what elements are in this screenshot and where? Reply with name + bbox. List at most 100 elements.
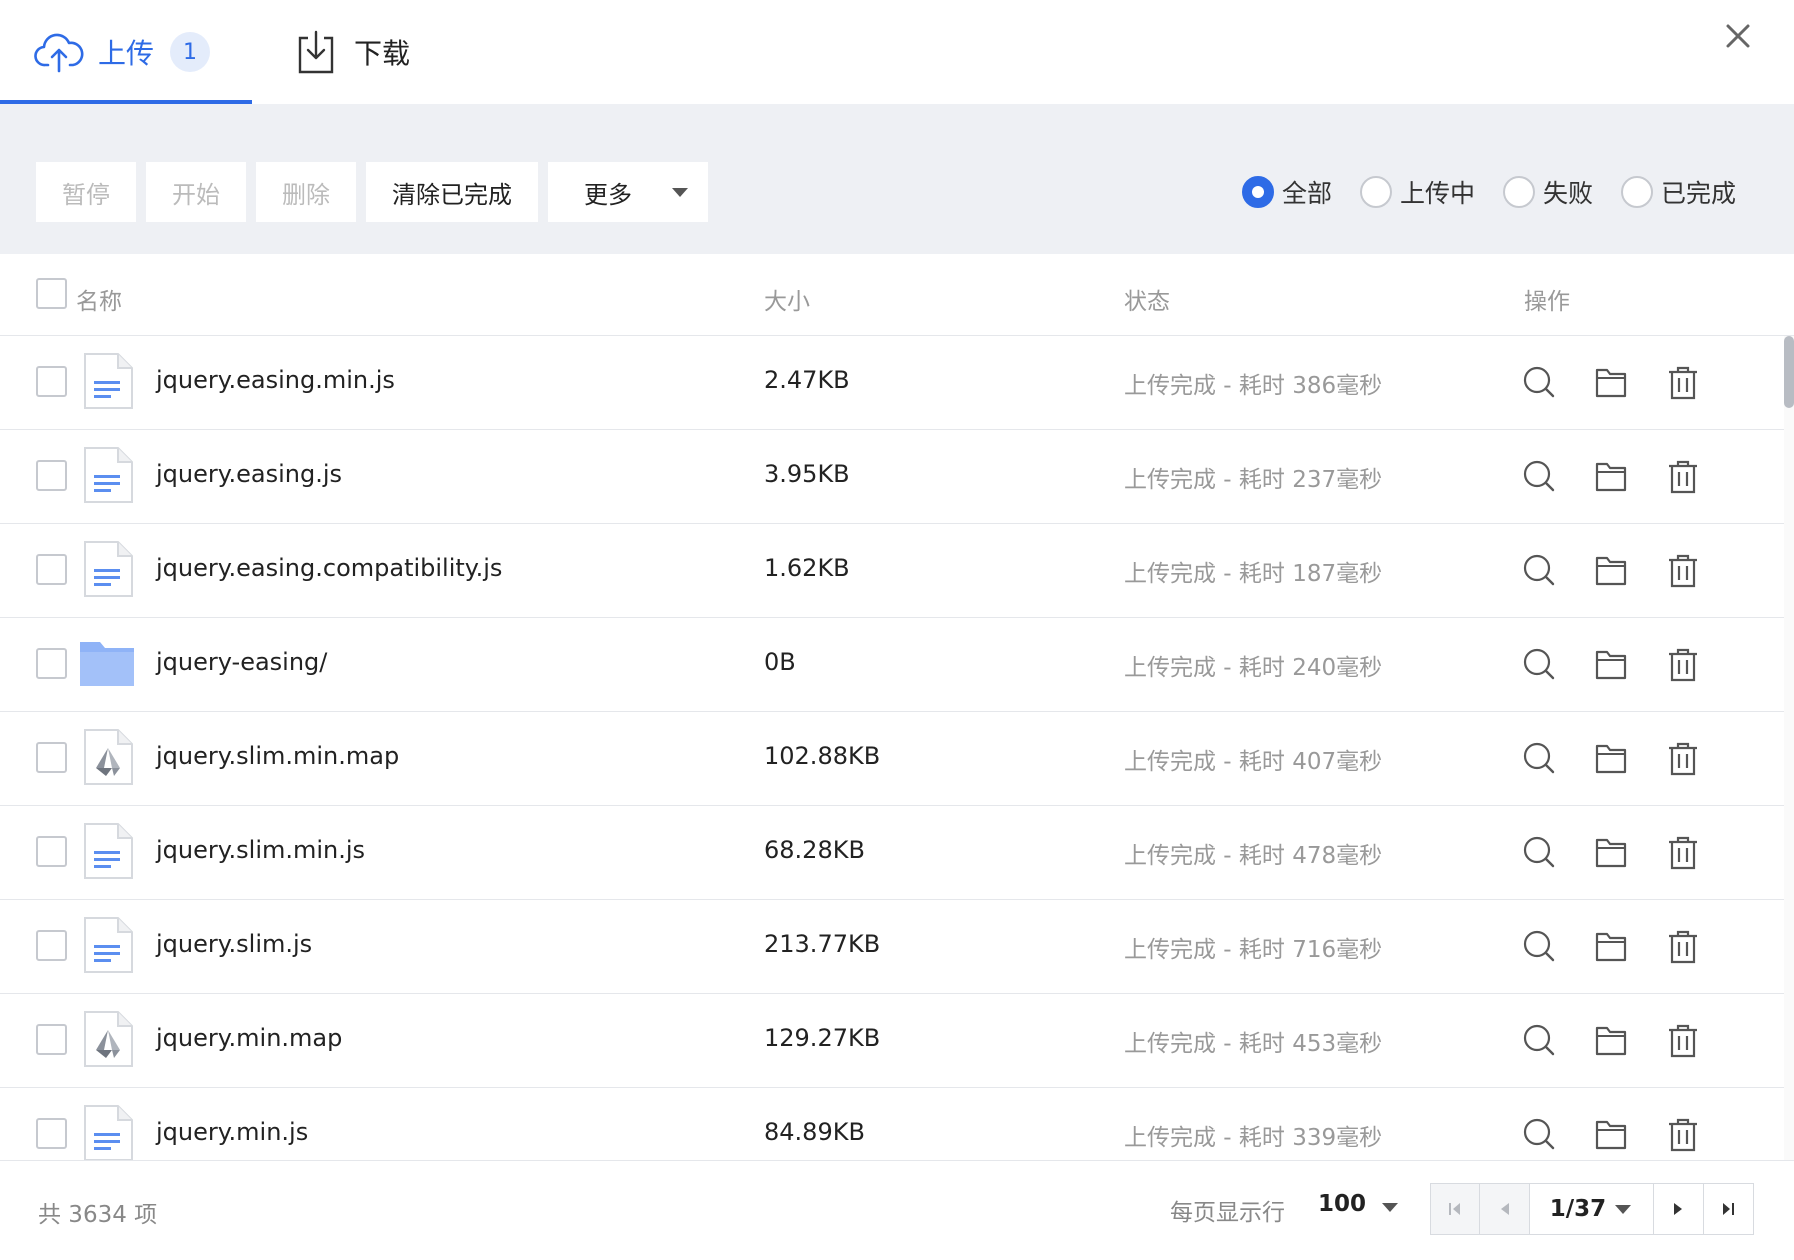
file-name: jquery.easing.js bbox=[156, 460, 343, 488]
filter-radio-label: 已完成 bbox=[1660, 179, 1736, 208]
start-button[interactable]: 开始 bbox=[146, 162, 246, 222]
chevron-down-icon bbox=[1615, 1205, 1632, 1214]
table-row[interactable]: jquery.slim.js 213.77KB 上传完成 - 耗时 716毫秒 bbox=[0, 900, 1784, 994]
file-status: 上传完成 - 耗时 187毫秒 bbox=[1124, 561, 1383, 587]
pause-button[interactable]: 暂停 bbox=[36, 162, 136, 222]
more-dropdown[interactable]: 更多 bbox=[548, 162, 708, 222]
row-checkbox[interactable] bbox=[36, 554, 67, 585]
table-row[interactable]: jquery.easing.js 3.95KB 上传完成 - 耗时 237毫秒 bbox=[0, 430, 1784, 524]
row-checkbox[interactable] bbox=[36, 742, 67, 773]
file-status: 上传完成 - 耗时 237毫秒 bbox=[1124, 467, 1383, 493]
column-header-size: 大小 bbox=[764, 289, 810, 315]
file-name: jquery.easing.compatibility.js bbox=[156, 554, 503, 582]
table-row[interactable]: jquery.easing.compatibility.js 1.62KB 上传完成… bbox=[0, 524, 1784, 618]
file-status: 上传完成 - 耗时 407毫秒 bbox=[1124, 749, 1383, 775]
first-page-button[interactable] bbox=[1431, 1184, 1481, 1234]
table-row[interactable]: jquery-easing/0B 上传完成 - 耗时 240毫秒 bbox=[0, 618, 1784, 712]
delete-trash-icon[interactable] bbox=[1666, 646, 1700, 682]
open-folder-icon[interactable] bbox=[1594, 552, 1628, 588]
file-list: jquery.easing.min.js 2.47KB 上传完成 - 耗时 386毫… bbox=[0, 336, 1784, 1160]
delete-trash-icon[interactable] bbox=[1666, 928, 1700, 964]
row-checkbox[interactable] bbox=[36, 836, 67, 867]
file-size: 68.28KB bbox=[764, 836, 865, 864]
open-folder-icon[interactable] bbox=[1594, 458, 1628, 494]
filter-radio-2[interactable]: 失败 bbox=[1502, 174, 1593, 210]
preview-search-icon[interactable] bbox=[1522, 740, 1556, 776]
tab-download[interactable]: 下载 bbox=[296, 0, 410, 104]
open-folder-icon[interactable] bbox=[1594, 364, 1628, 400]
open-folder-icon[interactable] bbox=[1594, 740, 1628, 776]
delete-trash-icon[interactable] bbox=[1666, 458, 1700, 494]
preview-search-icon[interactable] bbox=[1522, 458, 1556, 494]
row-checkbox[interactable] bbox=[36, 460, 67, 491]
file-status: 上传完成 - 耗时 716毫秒 bbox=[1124, 937, 1383, 963]
open-folder-icon[interactable] bbox=[1594, 1022, 1628, 1058]
page-select[interactable]: 1/37 bbox=[1530, 1184, 1655, 1234]
filter-radio-0[interactable]: 全部 bbox=[1241, 174, 1332, 210]
scrollbar-thumb[interactable] bbox=[1784, 336, 1794, 408]
filter-radio-1[interactable]: 上传中 bbox=[1359, 174, 1475, 210]
delete-trash-icon[interactable] bbox=[1666, 834, 1700, 870]
close-icon[interactable] bbox=[1720, 18, 1756, 54]
table-row[interactable]: jquery.slim.min.map 102.88KB 上传完成 - 耗时 407… bbox=[0, 712, 1784, 806]
filter-radio-3[interactable]: 已完成 bbox=[1620, 174, 1736, 210]
delete-trash-icon[interactable] bbox=[1666, 552, 1700, 588]
map-file-icon bbox=[82, 1010, 134, 1068]
row-checkbox[interactable] bbox=[36, 930, 67, 961]
page-indicator: 1/37 bbox=[1549, 1196, 1607, 1222]
preview-search-icon[interactable] bbox=[1522, 928, 1556, 964]
file-size: 1.62KB bbox=[764, 554, 850, 582]
column-header-status: 状态 bbox=[1124, 289, 1170, 315]
table-row[interactable]: jquery.min.js 84.89KB 上传完成 - 耗时 339毫秒 bbox=[0, 1088, 1784, 1160]
tab-download-label: 下载 bbox=[354, 37, 411, 70]
row-checkbox[interactable] bbox=[36, 648, 67, 679]
file-status: 上传完成 - 耗时 339毫秒 bbox=[1124, 1125, 1383, 1151]
pagination-footer: 共 3634 项 每页显示行 100 1/37 bbox=[0, 1160, 1794, 1260]
select-all-checkbox[interactable] bbox=[36, 278, 67, 309]
per-page-select[interactable]: 100 bbox=[1318, 1191, 1398, 1225]
table-row[interactable]: jquery.min.map 129.27KB 上传完成 - 耗时 453毫秒 bbox=[0, 994, 1784, 1088]
table-header: 名称 大小 状态 操作 bbox=[0, 254, 1794, 336]
prev-page-button[interactable] bbox=[1480, 1184, 1530, 1234]
row-checkbox[interactable] bbox=[36, 366, 67, 397]
row-checkbox[interactable] bbox=[36, 1118, 67, 1149]
chevron-down-icon bbox=[672, 188, 688, 197]
delete-button[interactable]: 删除 bbox=[256, 162, 356, 222]
open-folder-icon[interactable] bbox=[1594, 646, 1628, 682]
file-name: jquery.min.js bbox=[156, 1118, 309, 1146]
tab-upload[interactable]: 上传 1 bbox=[34, 0, 252, 104]
column-header-actions: 操作 bbox=[1524, 289, 1570, 315]
table-row[interactable]: jquery.easing.min.js 2.47KB 上传完成 - 耗时 386毫… bbox=[0, 336, 1784, 430]
more-dropdown-label: 更多 bbox=[584, 180, 632, 209]
preview-search-icon[interactable] bbox=[1522, 1116, 1556, 1152]
upload-count-badge: 1 bbox=[170, 32, 211, 72]
next-page-button[interactable] bbox=[1654, 1184, 1704, 1234]
preview-search-icon[interactable] bbox=[1522, 834, 1556, 870]
first-page-icon bbox=[1449, 1203, 1461, 1215]
file-status: 上传完成 - 耗时 386毫秒 bbox=[1124, 373, 1383, 399]
document-icon bbox=[82, 446, 134, 504]
last-page-button[interactable] bbox=[1704, 1184, 1753, 1234]
file-name: jquery.slim.js bbox=[156, 930, 313, 958]
preview-search-icon[interactable] bbox=[1522, 646, 1556, 682]
filter-radio-label: 失败 bbox=[1542, 179, 1593, 208]
scrollbar[interactable] bbox=[1784, 336, 1794, 1160]
clear-completed-button[interactable]: 清除已完成 bbox=[366, 162, 538, 222]
filter-radio-label: 全部 bbox=[1281, 179, 1332, 208]
open-folder-icon[interactable] bbox=[1594, 1116, 1628, 1152]
file-status: 上传完成 - 耗时 478毫秒 bbox=[1124, 843, 1383, 869]
preview-search-icon[interactable] bbox=[1522, 1022, 1556, 1058]
delete-trash-icon[interactable] bbox=[1666, 1116, 1700, 1152]
preview-search-icon[interactable] bbox=[1522, 364, 1556, 400]
document-icon bbox=[82, 540, 134, 598]
row-checkbox[interactable] bbox=[36, 1024, 67, 1055]
delete-trash-icon[interactable] bbox=[1666, 364, 1700, 400]
preview-search-icon[interactable] bbox=[1522, 552, 1556, 588]
table-row[interactable]: jquery.slim.min.js 68.28KB 上传完成 - 耗时 478毫秒 bbox=[0, 806, 1784, 900]
open-folder-icon[interactable] bbox=[1594, 834, 1628, 870]
radio-indicator bbox=[1502, 176, 1535, 208]
delete-trash-icon[interactable] bbox=[1666, 740, 1700, 776]
document-icon bbox=[82, 1104, 134, 1160]
open-folder-icon[interactable] bbox=[1594, 928, 1628, 964]
delete-trash-icon[interactable] bbox=[1666, 1022, 1700, 1058]
